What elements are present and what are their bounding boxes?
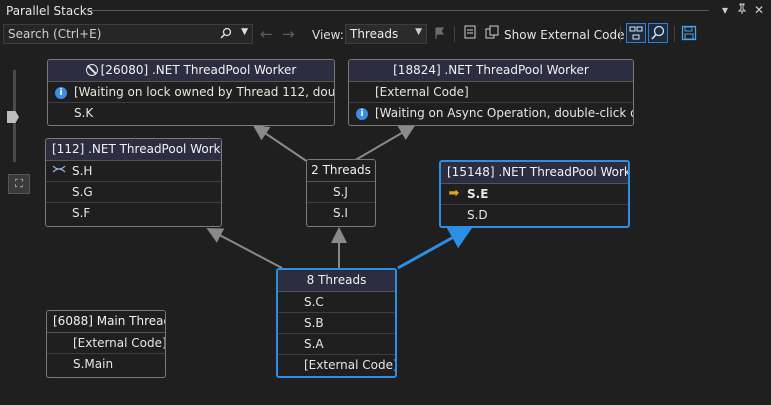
node-header: [112] .NET ThreadPool Worker <box>46 139 221 160</box>
stack-frame-row[interactable]: S.H <box>46 160 221 181</box>
view-select-value: Threads <box>350 27 399 41</box>
link-8threads-to-112 <box>206 228 283 269</box>
stack-frame-row[interactable]: i [Waiting on Async Operation, double-cli… <box>349 102 633 123</box>
arrow-right-icon[interactable]: → <box>282 25 295 43</box>
info-icon: i <box>355 103 369 123</box>
search-icon[interactable] <box>220 27 232 42</box>
frame-label: S.A <box>304 337 324 351</box>
thread-switch-icon <box>52 161 66 181</box>
frame-label: S.F <box>72 206 91 220</box>
current-frame-arrow-icon: ➡ <box>448 186 460 201</box>
frame-label: S.D <box>467 208 488 222</box>
frame-label: S.C <box>304 295 324 309</box>
show-only-flagged-icon[interactable] <box>461 25 479 43</box>
toolbar-separator <box>454 26 455 42</box>
stack-node-2-threads[interactable]: 2 Threads S.J S.I <box>306 159 376 227</box>
info-icon: i <box>54 82 68 102</box>
parallel-stacks-window: Parallel Stacks ▾ ✕ Search (Ctrl+E) ▼ ← … <box>0 0 771 405</box>
chevron-down-icon: ▼ <box>415 27 422 37</box>
external-code-icon[interactable] <box>483 25 501 43</box>
view-select[interactable]: Threads ▼ <box>345 24 427 44</box>
frame-label: S.Main <box>73 357 114 371</box>
toolbar-separator <box>620 26 621 42</box>
node-header: [6088] Main Thread <box>47 311 165 332</box>
link-8threads-to-15148 <box>397 226 474 270</box>
view-label: View: <box>312 28 344 42</box>
show-external-code-button[interactable]: Show External Code <box>504 28 625 42</box>
stack-frame-row[interactable]: i [Waiting on lock owned by Thread 112, d… <box>48 81 334 102</box>
stack-node-112[interactable]: [112] .NET ThreadPool Worker S.H S.G S.F <box>45 138 222 227</box>
stack-frame-row[interactable]: S.D <box>441 204 628 225</box>
link-2threads-to-18824 <box>351 124 416 163</box>
search-input[interactable]: Search (Ctrl+E) <box>8 27 101 41</box>
stack-node-6088[interactable]: [6088] Main Thread [External Code] S.Mai… <box>46 310 166 378</box>
stacks-canvas[interactable]: ⛶ [26080] .NET ThreadPool Worker i [Waiti… <box>0 50 771 405</box>
stack-frame-row[interactable]: [External Code] <box>47 332 165 353</box>
stack-frame-row[interactable]: S.G <box>46 181 221 202</box>
link-2threads-to-26080 <box>252 124 309 163</box>
blocked-icon <box>85 64 98 76</box>
stack-node-26080[interactable]: [26080] .NET ThreadPool Worker i [Waiting… <box>47 59 335 126</box>
stack-frame-row[interactable]: S.K <box>48 102 334 123</box>
frame-label: S.G <box>72 185 93 199</box>
stack-node-8-threads[interactable]: 8 Threads S.C S.B S.A [External Code] <box>276 268 397 378</box>
frame-label: [Waiting on Async Operation, double-clic… <box>375 106 634 120</box>
frame-label: S.I <box>333 206 348 220</box>
node-header: 2 Threads <box>307 160 375 181</box>
arrow-left-icon[interactable]: ← <box>260 25 273 43</box>
stack-frame-row[interactable]: S.Main <box>47 353 165 374</box>
stack-frame-row[interactable]: [External Code] <box>278 354 395 375</box>
toggle-method-view-button[interactable] <box>626 23 646 43</box>
frame-label: [External Code] <box>304 358 397 372</box>
stack-frame-row[interactable]: S.B <box>278 312 395 333</box>
toolbar: Search (Ctrl+E) ▼ ← → View: Threads ▼ Sh… <box>0 22 771 48</box>
save-icon[interactable] <box>681 25 697 41</box>
stack-frame-row[interactable]: S.F <box>46 202 221 223</box>
frame-label: S.E <box>467 187 489 201</box>
frame-label: [External Code] <box>375 85 469 99</box>
frame-label: [Waiting on lock owned by Thread 112, do… <box>74 85 335 99</box>
stack-frame-row-current[interactable]: ➡ S.E <box>441 183 628 204</box>
node-header: [18824] .NET ThreadPool Worker <box>349 60 633 81</box>
close-icon[interactable]: ✕ <box>752 3 766 17</box>
node-header: [15148] .NET ThreadPool Worker <box>441 162 628 183</box>
frame-label: S.K <box>74 106 94 120</box>
stack-frame-row[interactable]: [External Code] <box>349 81 633 102</box>
stack-node-15148[interactable]: [15148] .NET ThreadPool Worker ➡ S.E S.D <box>439 160 630 228</box>
window-menu-chevron-icon[interactable]: ▾ <box>718 3 732 17</box>
pin-icon[interactable] <box>735 3 749 17</box>
node-header: [26080] .NET ThreadPool Worker <box>48 60 334 81</box>
stack-node-18824[interactable]: [18824] .NET ThreadPool Worker [External… <box>348 59 634 126</box>
stack-frame-row[interactable]: S.C <box>278 291 395 312</box>
title-divider <box>90 10 709 11</box>
title-bar: Parallel Stacks ▾ ✕ <box>0 0 771 22</box>
frame-label: S.J <box>333 185 348 199</box>
frame-label: S.H <box>72 164 93 178</box>
flag-icon[interactable] <box>434 27 446 39</box>
search-options-chevron-icon[interactable]: ▼ <box>241 27 248 37</box>
stack-frame-row[interactable]: S.A <box>278 333 395 354</box>
window-title: Parallel Stacks <box>6 4 94 18</box>
node-header: 8 Threads <box>278 270 395 291</box>
stack-frame-row[interactable]: S.I <box>307 202 375 223</box>
node-header-text: [26080] .NET ThreadPool Worker <box>100 63 297 77</box>
toolbar-separator <box>674 26 675 42</box>
frame-label: S.B <box>304 316 324 330</box>
frame-label: [External Code] <box>73 336 166 350</box>
auto-scroll-zoom-button[interactable] <box>648 23 668 43</box>
zoom-to-fit-button[interactable]: ⛶ <box>8 174 30 194</box>
search-box[interactable]: Search (Ctrl+E) ▼ <box>3 24 253 44</box>
stack-frame-row[interactable]: S.J <box>307 181 375 202</box>
